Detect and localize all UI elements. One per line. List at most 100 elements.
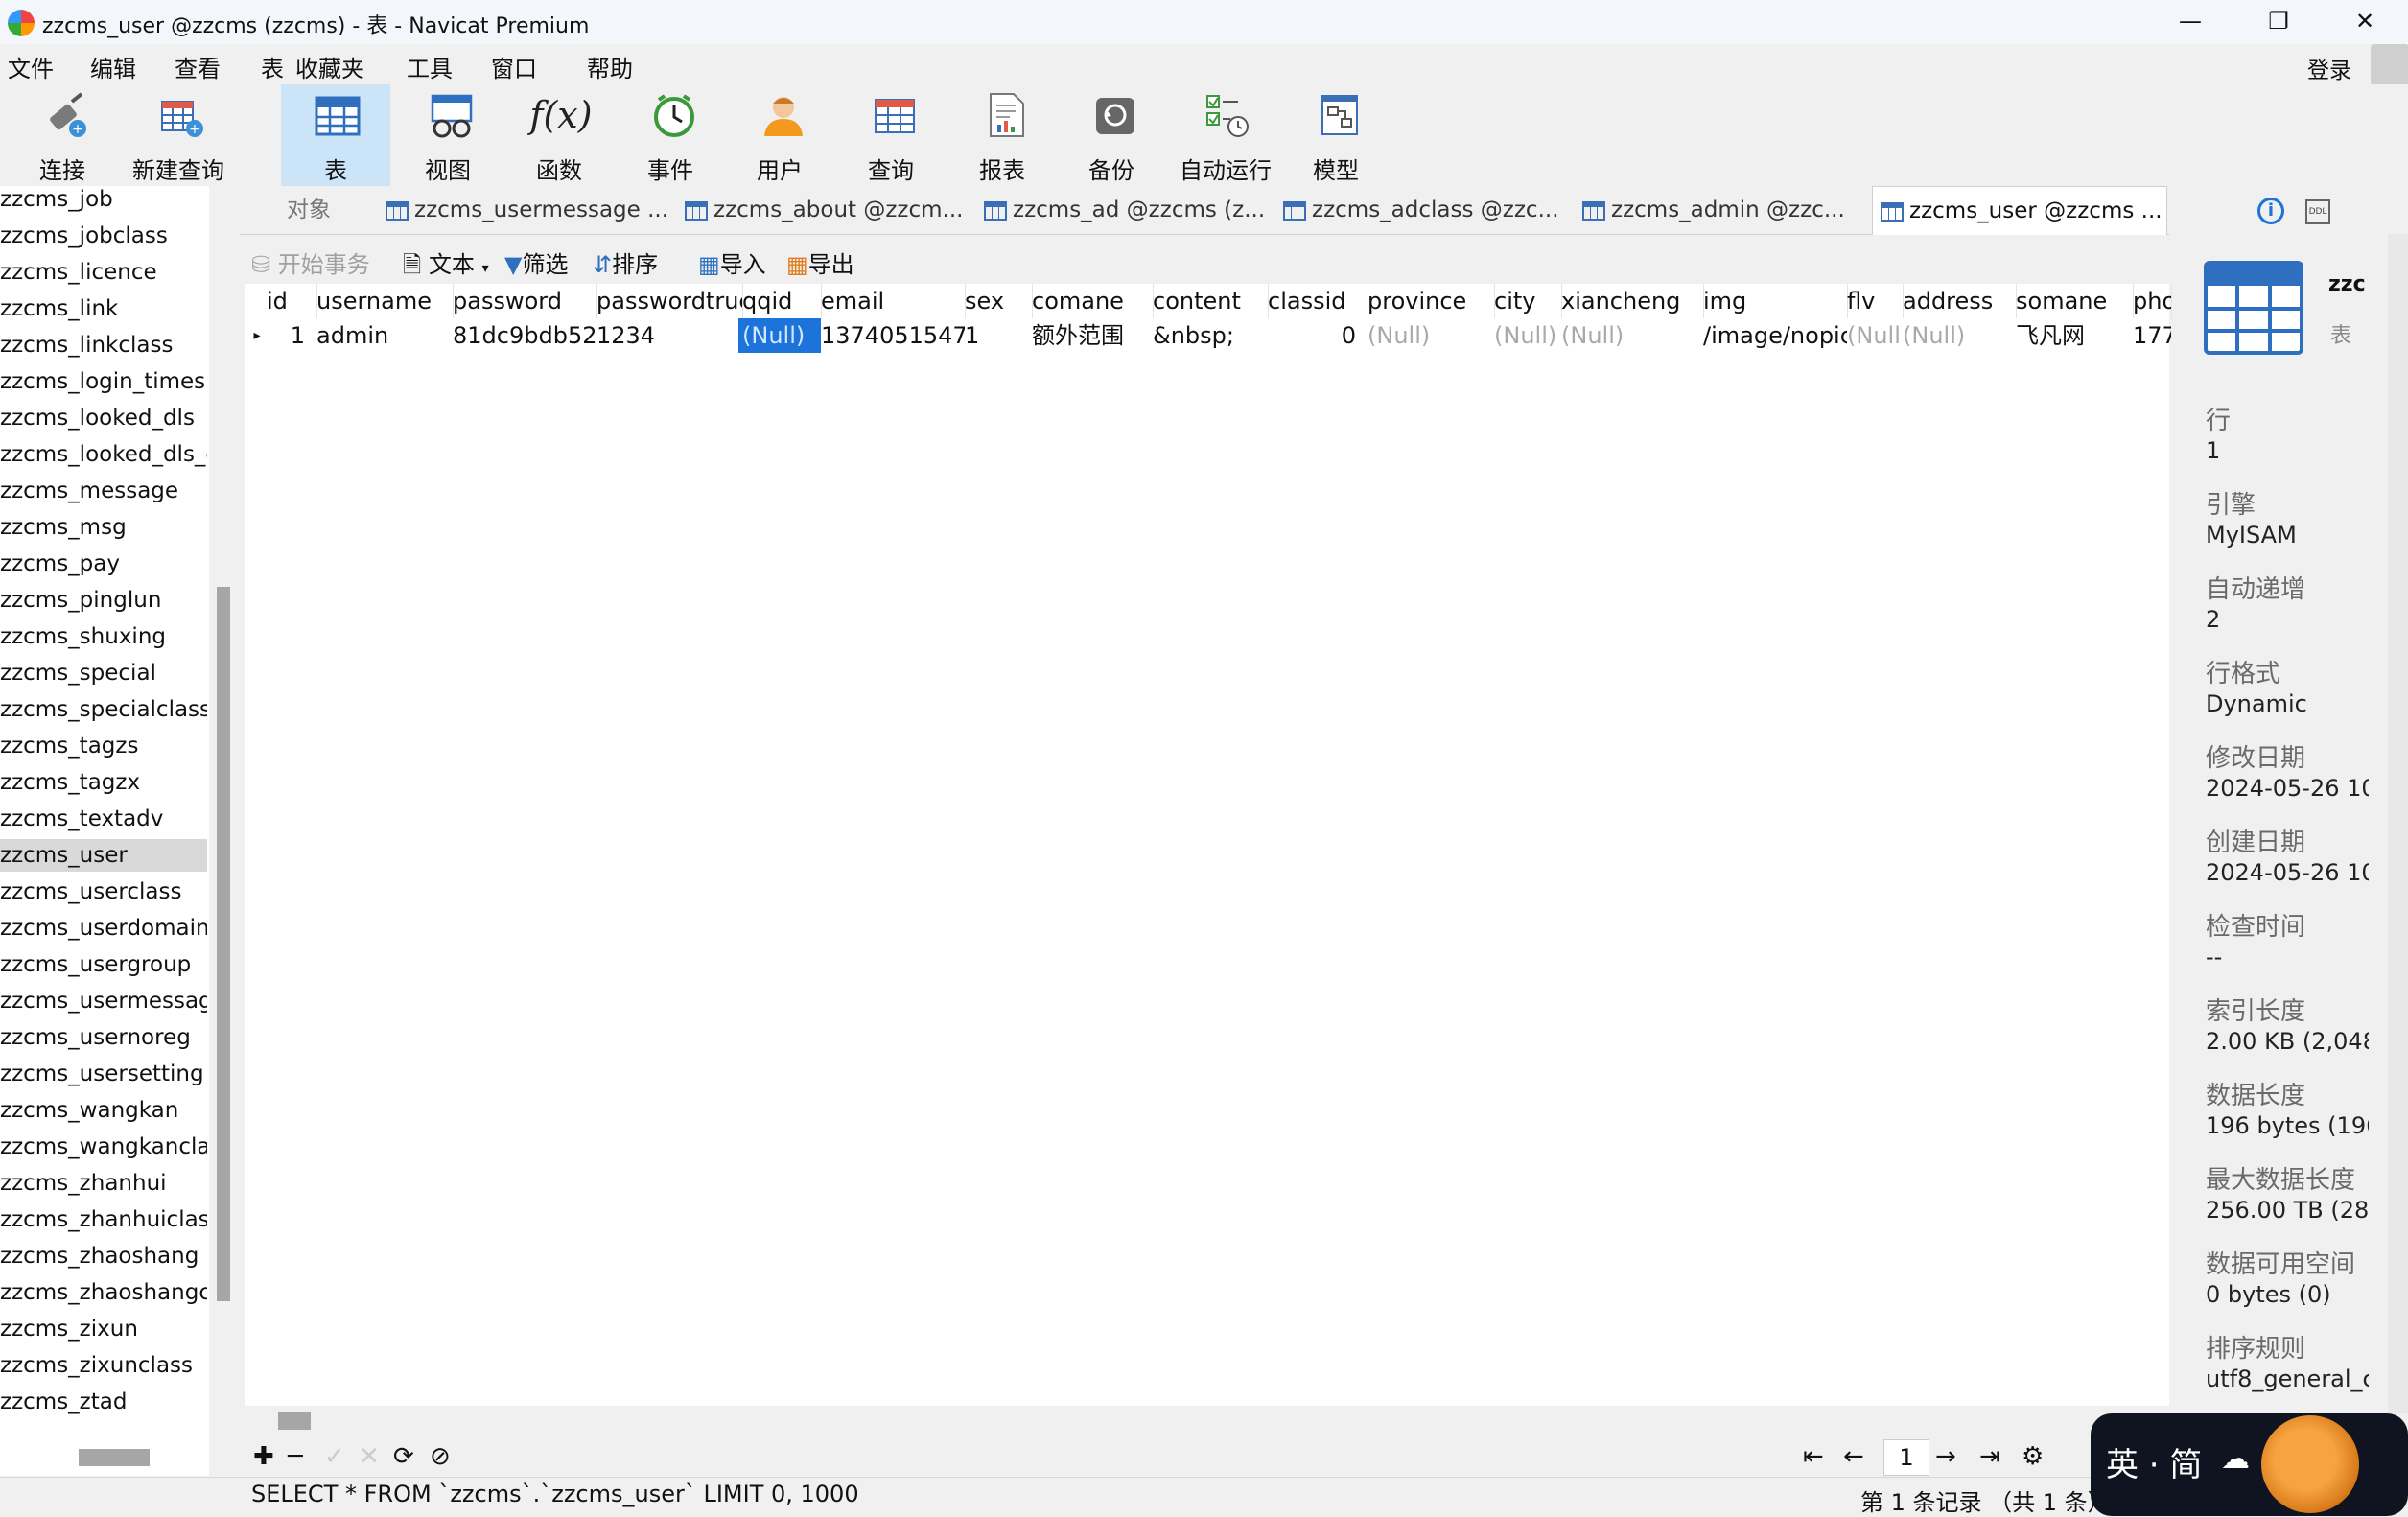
column-header-comane[interactable]: comane — [1028, 284, 1154, 318]
column-header-password[interactable]: password — [449, 284, 597, 318]
column-header-username[interactable]: username — [313, 284, 454, 318]
menu-view[interactable]: 查看 — [175, 50, 221, 83]
info-icon[interactable]: i — [2257, 198, 2284, 224]
sidebar-item-zzcms-jobclass[interactable]: zzcms_jobclass — [0, 220, 207, 252]
column-header-sex[interactable]: sex — [961, 284, 1033, 318]
column-header-xiancheng[interactable]: xiancheng — [1557, 284, 1704, 318]
sidebar-scroll-thumb[interactable] — [217, 587, 230, 1301]
column-header-somane[interactable]: somane — [2012, 284, 2134, 318]
cell-address[interactable]: (Null) — [1899, 318, 2016, 353]
cell-sex[interactable]: 1 — [961, 318, 1032, 353]
column-header-passwordtrue[interactable]: passwordtrue — [593, 284, 743, 318]
menu-tools[interactable]: 工具 — [407, 50, 453, 83]
sidebar-item-zzcms-specialclass[interactable]: zzcms_specialclass — [0, 693, 207, 726]
toolbar-connect-button[interactable]: + 连接 — [10, 84, 115, 186]
cell-phone[interactable]: 177 — [2129, 318, 2171, 353]
sidebar-item-zzcms-looked-dls[interactable]: zzcms_looked_dls — [0, 402, 207, 434]
tab-zzcms-adclass[interactable]: zzcms_adclass @zzc... — [1275, 186, 1567, 234]
cell-qqid[interactable]: (Null) — [738, 318, 821, 353]
toolbar-new-query-button[interactable]: + 新建查询 — [125, 84, 232, 186]
begin-transaction-button[interactable]: ⛁ 开始事务 — [251, 245, 370, 279]
tab-zzcms-user[interactable]: zzcms_user @zzcms ... — [1872, 186, 2167, 235]
toolbar-table-button[interactable]: 表 — [281, 84, 390, 186]
column-header-phone[interactable]: phone — [2129, 284, 2172, 318]
column-header-qqid[interactable]: qqid — [738, 284, 822, 318]
toolbar-event-button[interactable]: 事件 — [618, 84, 723, 186]
cell-email[interactable]: 13740515470 — [817, 318, 965, 353]
column-header-city[interactable]: city — [1490, 284, 1562, 318]
cell-id[interactable]: 1 — [263, 318, 313, 353]
sidebar-item-zzcms-usermessage[interactable]: zzcms_usermessage — [0, 985, 207, 1017]
previous-page-icon[interactable]: ← — [1843, 1442, 1864, 1471]
sidebar-item-zzcms-wangkan[interactable]: zzcms_wangkan — [0, 1094, 207, 1127]
next-page-icon[interactable]: → — [1935, 1442, 1956, 1471]
column-header-img[interactable]: img — [1699, 284, 1848, 318]
cell-xiancheng[interactable]: (Null) — [1557, 318, 1703, 353]
cell-comane[interactable]: 额外范围 — [1028, 318, 1153, 353]
page-number-input[interactable]: 1 — [1883, 1439, 1929, 1476]
sidebar-item-zzcms-textadv[interactable]: zzcms_textadv — [0, 803, 207, 835]
grid-horizontal-scroll-thumb[interactable] — [278, 1412, 311, 1430]
toolbar-backup-button[interactable]: 备份 — [1059, 84, 1164, 186]
maximize-icon[interactable]: ❐ — [2234, 0, 2323, 44]
sidebar-item-zzcms-zixun[interactable]: zzcms_zixun — [0, 1313, 207, 1345]
column-header-id[interactable]: id — [263, 284, 317, 318]
sidebar-item-zzcms-zhaoshang[interactable]: zzcms_zhaoshang — [0, 1240, 207, 1272]
sidebar-item-zzcms-tagzx[interactable]: zzcms_tagzx — [0, 766, 207, 799]
sidebar-item-zzcms-linkclass[interactable]: zzcms_linkclass — [0, 329, 207, 362]
tab-zzcms-ad[interactable]: zzcms_ad @zzcms (z... — [976, 186, 1268, 234]
toolbar-query-button[interactable]: 查询 — [838, 84, 944, 186]
menu-window[interactable]: 窗口 — [491, 50, 537, 83]
sidebar-item-zzcms-shuxing[interactable]: zzcms_shuxing — [0, 620, 207, 653]
sidebar-item-zzcms-usernoreg[interactable]: zzcms_usernoreg — [0, 1021, 207, 1054]
info-panel-scrollbar[interactable] — [2388, 234, 2408, 1413]
column-header-classid[interactable]: classid — [1264, 284, 1368, 318]
close-icon[interactable]: ✕ — [2321, 0, 2408, 44]
ime-skin-icon[interactable]: ☁ — [2221, 1442, 2250, 1476]
avatar[interactable] — [2371, 44, 2408, 86]
gear-icon[interactable]: ⚙ — [2022, 1442, 2044, 1471]
last-page-icon[interactable]: ⇥ — [1979, 1442, 2000, 1471]
stop-icon[interactable]: ⊘ — [430, 1442, 451, 1471]
toolbar-model-button[interactable]: 模型 — [1283, 84, 1389, 186]
sidebar-item-zzcms-login-times[interactable]: zzcms_login_times — [0, 365, 207, 398]
refresh-icon[interactable]: ⟳ — [393, 1442, 414, 1471]
menu-file[interactable]: 文件 — [8, 50, 54, 83]
cell-username[interactable]: admin — [313, 318, 453, 353]
menu-help[interactable]: 帮助 — [587, 50, 633, 83]
sidebar-item-zzcms-pinglun[interactable]: zzcms_pinglun — [0, 584, 207, 617]
column-header-content[interactable]: content — [1149, 284, 1269, 318]
cell-flv[interactable]: (Null — [1843, 318, 1903, 353]
column-header-address[interactable]: address — [1899, 284, 2017, 318]
sidebar-item-zzcms-user[interactable]: zzcms_user — [0, 839, 207, 872]
sidebar-item-zzcms-zhanhuiclass[interactable]: zzcms_zhanhuiclass — [0, 1203, 207, 1236]
first-page-icon[interactable]: ⇤ — [1803, 1442, 1824, 1471]
sidebar-item-zzcms-message[interactable]: zzcms_message — [0, 475, 207, 507]
sidebar-item-zzcms-job[interactable]: zzcms_job — [0, 186, 207, 216]
sidebar-item-zzcms-wangkanclass[interactable]: zzcms_wangkanclass — [0, 1131, 207, 1163]
sidebar-item-zzcms-usergroup[interactable]: zzcms_usergroup — [0, 948, 207, 981]
sidebar-item-zzcms-link[interactable]: zzcms_link — [0, 292, 207, 325]
toolbar-view-button[interactable]: 视图 — [395, 84, 501, 186]
column-header-flv[interactable]: flv — [1843, 284, 1904, 318]
cell-classid[interactable]: 0 — [1264, 318, 1364, 353]
sidebar-item-zzcms-usersetting[interactable]: zzcms_usersetting — [0, 1058, 207, 1090]
tab-objects[interactable]: 对象 — [245, 186, 372, 234]
tab-zzcms-about[interactable]: zzcms_about @zzcm... — [677, 186, 969, 234]
sidebar-item-zzcms-zixunclass[interactable]: zzcms_zixunclass — [0, 1349, 207, 1382]
cell-province[interactable]: (Null) — [1364, 318, 1494, 353]
sidebar-item-zzcms-userdomain[interactable]: zzcms_userdomain — [0, 912, 207, 945]
sidebar-item-zzcms-tagzs[interactable]: zzcms_tagzs — [0, 730, 207, 762]
delete-record-icon[interactable]: ─ — [288, 1442, 303, 1471]
ddl-icon[interactable]: DDL — [2305, 199, 2330, 224]
filter-button[interactable]: ▼筛选 — [504, 245, 568, 279]
menu-table[interactable]: 表 — [261, 50, 284, 83]
toolbar-report-button[interactable]: 报表 — [949, 84, 1055, 186]
export-button[interactable]: ▦导出 — [786, 245, 854, 279]
column-header-email[interactable]: email — [817, 284, 966, 318]
sidebar-item-zzcms-special[interactable]: zzcms_special — [0, 657, 207, 689]
toolbar-user-button[interactable]: 用户 — [727, 84, 832, 186]
minimize-icon[interactable]: — — [2146, 0, 2234, 44]
apply-changes-icon[interactable]: ✓ — [324, 1442, 345, 1471]
cell-passwordtrue[interactable]: 1234 — [593, 318, 742, 353]
